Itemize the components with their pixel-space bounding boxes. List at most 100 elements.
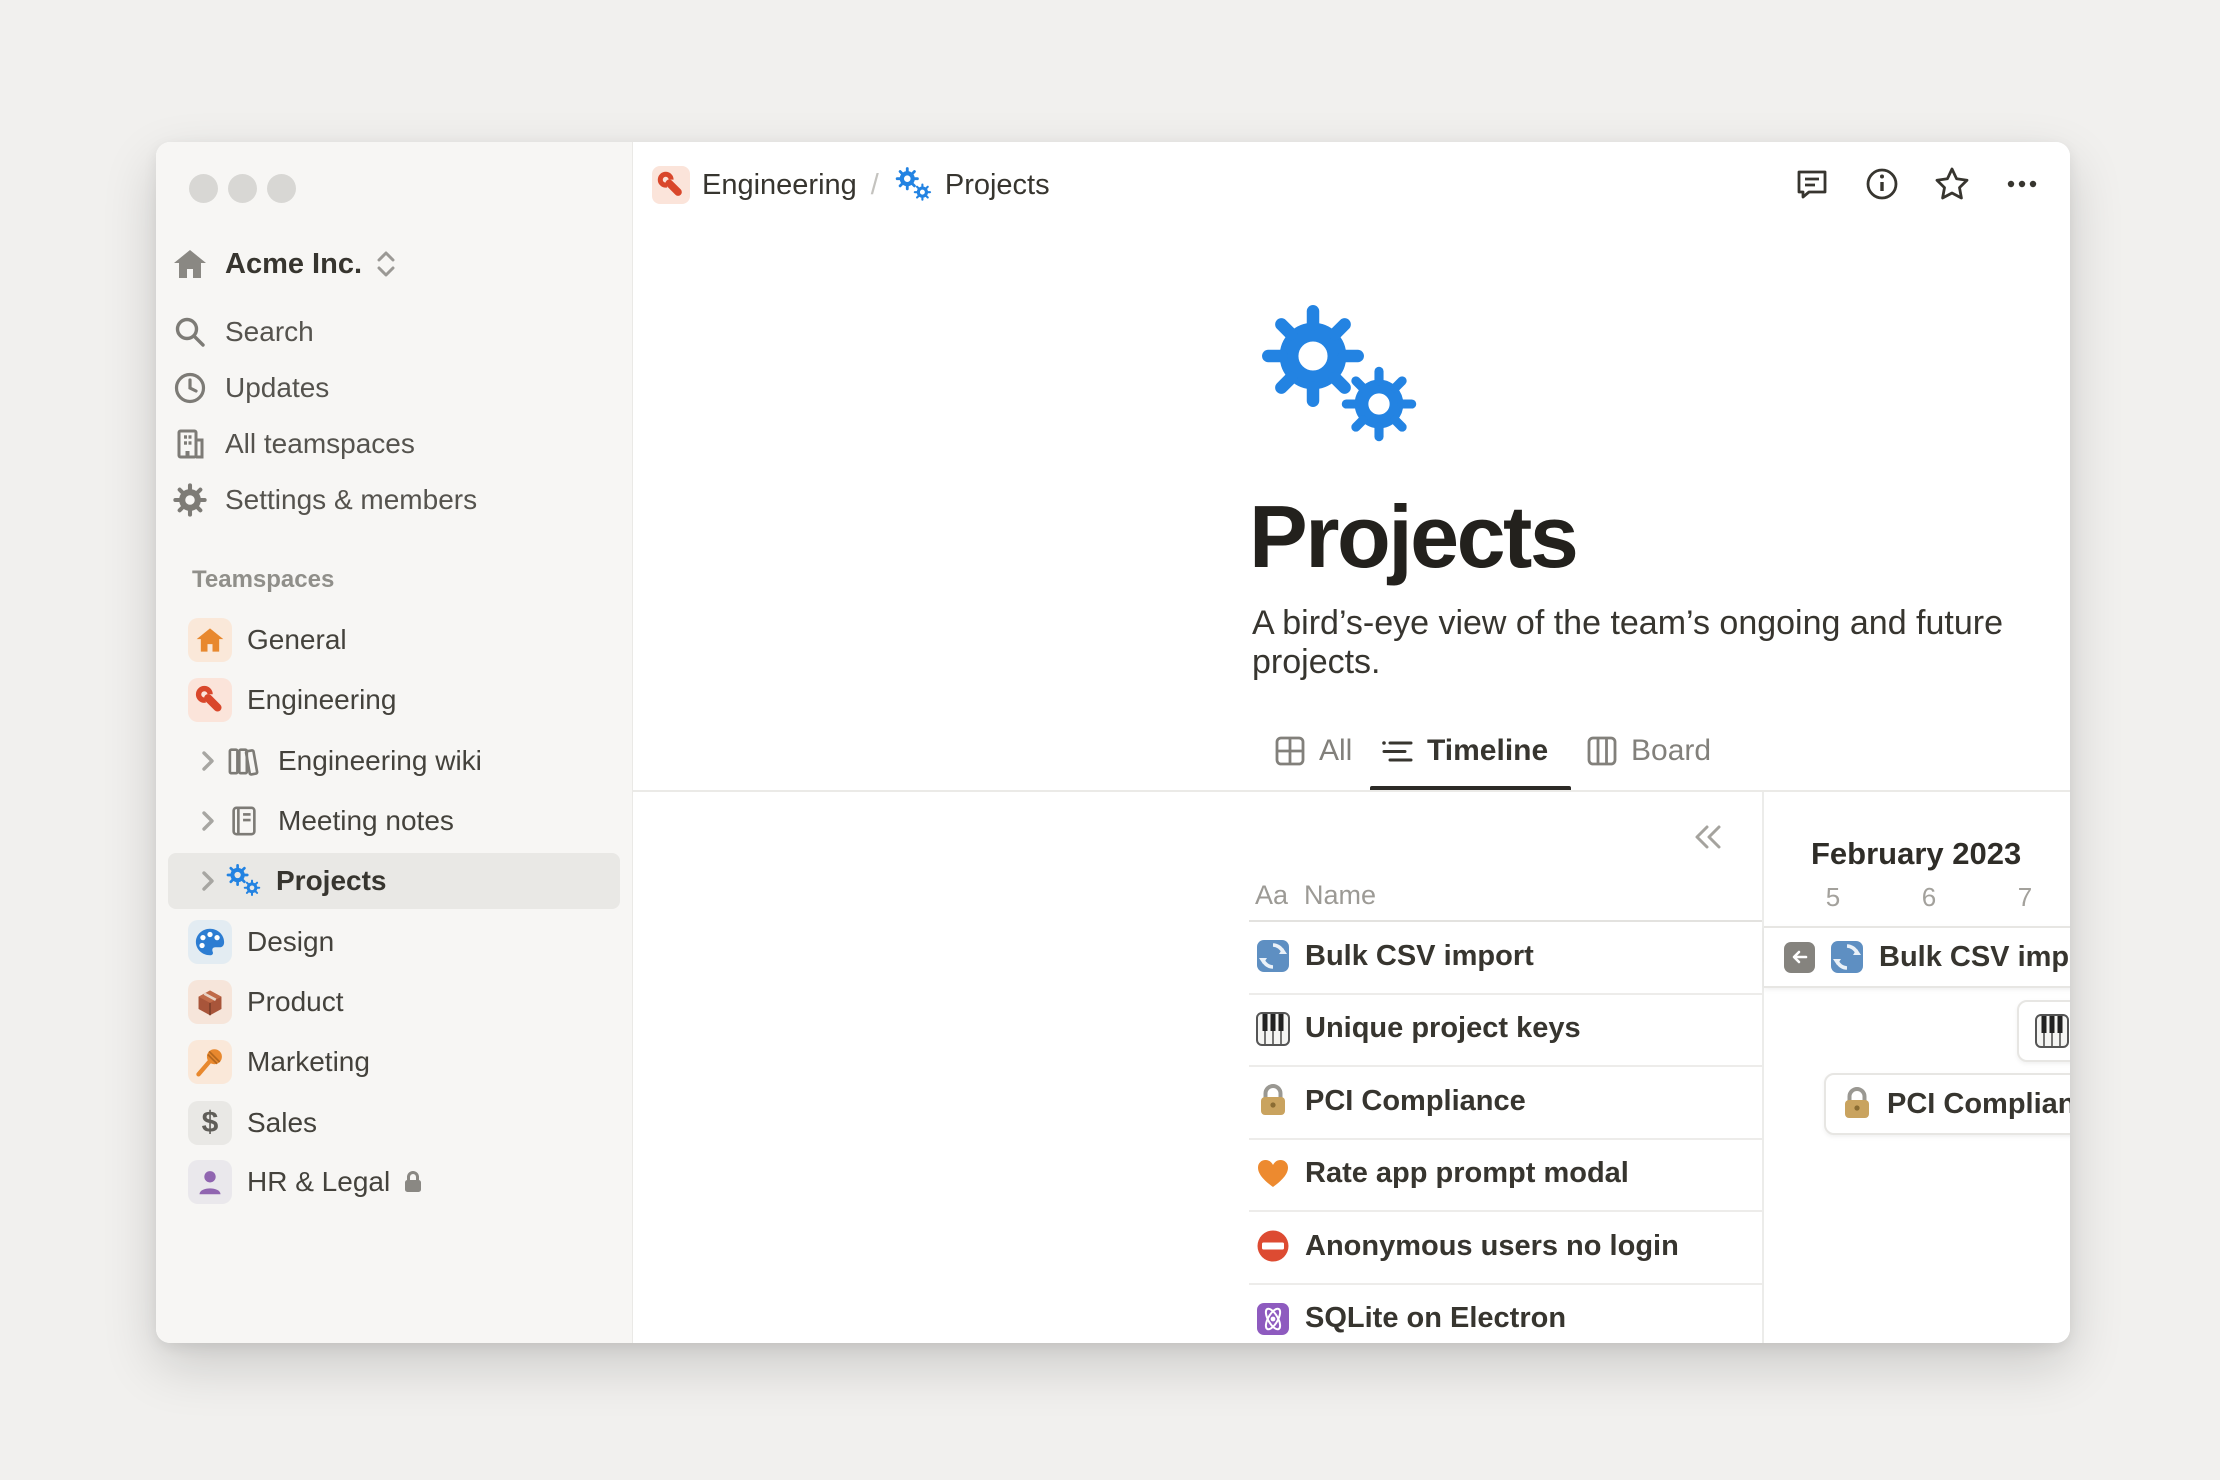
table-row[interactable]: SQLite on Electron	[1249, 1283, 1762, 1344]
lock-icon	[1842, 1087, 1872, 1121]
tab-label: Timeline	[1427, 734, 1548, 768]
info-button[interactable]	[1858, 160, 1906, 208]
sidebar-item-hr-legal[interactable]: HR & Legal	[168, 1154, 620, 1210]
wrench-icon	[188, 678, 232, 722]
microphone-icon	[188, 1040, 232, 1084]
tab-timeline[interactable]: Timeline	[1379, 734, 1548, 768]
breadcrumb-separator: /	[871, 169, 879, 202]
sidebar-item-settings[interactable]: Settings & members	[168, 472, 620, 528]
name-column-header: Name	[1304, 880, 1376, 911]
lock-icon	[402, 1170, 424, 1194]
traffic-light-zoom[interactable]	[267, 174, 296, 203]
tab-all[interactable]: All	[1273, 734, 1352, 768]
gears-icon	[893, 166, 935, 204]
tab-label: Board	[1631, 734, 1711, 768]
sidebar-item-label: Search	[225, 316, 314, 348]
traffic-light-minimize[interactable]	[228, 174, 257, 203]
sidebar-item-label: All teamspaces	[225, 428, 415, 460]
sync-icon	[1830, 940, 1864, 974]
app-window: Acme Inc. Search Updates All teamspaces	[156, 142, 2070, 1343]
piano-icon	[1255, 1012, 1291, 1046]
clock-icon	[168, 371, 212, 405]
main-area: Engineering / Projects P	[633, 142, 2070, 1343]
timeline-card-bulk-csv[interactable]: Bulk CSV import Complete	[1764, 926, 2070, 988]
topbar-actions	[1788, 160, 2046, 208]
sidebar-item-design[interactable]: Design	[168, 914, 620, 970]
piano-icon	[2035, 1014, 2069, 1048]
page-title[interactable]: Projects	[1249, 486, 1576, 588]
table-row[interactable]: Unique project keys	[1249, 993, 1762, 1068]
teamspace-label: Marketing	[247, 1046, 370, 1078]
lock-icon	[1255, 1084, 1291, 1118]
chevron-right-icon[interactable]	[196, 750, 220, 772]
gears-icon	[222, 863, 266, 899]
sidebar: Acme Inc. Search Updates All teamspaces	[156, 142, 633, 1343]
teamspace-label: Sales	[247, 1107, 317, 1139]
sidebar-item-updates[interactable]: Updates	[168, 360, 620, 416]
comments-button[interactable]	[1788, 160, 1836, 208]
teamspace-label: HR & Legal	[247, 1166, 390, 1198]
text-type-icon: Aa	[1255, 880, 1288, 911]
breadcrumb: Engineering / Projects	[652, 166, 1050, 204]
table-row[interactable]: Rate app prompt modal	[1249, 1138, 1762, 1213]
search-icon	[168, 315, 212, 349]
sidebar-item-general[interactable]: General	[168, 612, 620, 668]
more-options-button[interactable]	[1998, 160, 2046, 208]
home-icon	[168, 246, 212, 282]
tabs-divider	[633, 790, 2070, 792]
teamspaces-section-label: Teamspaces	[192, 566, 334, 594]
day-number: 7	[1990, 882, 2060, 913]
books-icon	[222, 745, 266, 777]
tab-board[interactable]: Board	[1585, 734, 1711, 768]
workspace-name: Acme Inc.	[225, 248, 362, 281]
sidebar-item-search[interactable]: Search	[168, 304, 620, 360]
package-icon	[188, 980, 232, 1024]
breadcrumb-engineering[interactable]: Engineering	[702, 169, 857, 202]
board-columns-icon	[1585, 734, 1619, 768]
teamspace-label: Projects	[276, 865, 387, 897]
sidebar-item-marketing[interactable]: Marketing	[168, 1034, 620, 1090]
teamspace-label: General	[247, 624, 347, 656]
traffic-light-close[interactable]	[189, 174, 218, 203]
sidebar-item-sales[interactable]: $ Sales	[168, 1095, 620, 1151]
favorite-star-button[interactable]	[1928, 160, 1976, 208]
table-row[interactable]: Anonymous users no login	[1249, 1210, 1762, 1285]
sidebar-item-meeting-notes[interactable]: Meeting notes	[168, 793, 620, 849]
sidebar-item-product[interactable]: Product	[168, 974, 620, 1030]
page-icon-gears[interactable]	[1249, 300, 1427, 446]
sidebar-item-engineering[interactable]: Engineering	[168, 672, 620, 728]
switcher-chevrons-icon	[374, 249, 398, 279]
collapse-table-button[interactable]	[1691, 820, 1725, 854]
day-number: 5	[1798, 882, 1868, 913]
teamspace-label: Product	[247, 986, 344, 1018]
timeline-card-unique-keys[interactable]: Unique project keys In flight	[2017, 1000, 2070, 1062]
teamspace-label: Design	[247, 926, 334, 958]
workspace-switcher[interactable]: Acme Inc.	[168, 236, 620, 292]
tab-label: All	[1319, 734, 1352, 768]
no-entry-icon	[1255, 1229, 1291, 1263]
extend-left-button[interactable]	[1784, 942, 1815, 973]
chevron-right-icon[interactable]	[196, 810, 220, 832]
sidebar-item-label: Settings & members	[225, 484, 477, 516]
teamspace-label: Engineering	[247, 684, 396, 716]
atom-icon	[1255, 1302, 1291, 1336]
chevron-right-icon[interactable]	[196, 870, 220, 892]
table-timeline-divider[interactable]	[1762, 792, 1764, 1343]
table-row[interactable]: Bulk CSV import	[1249, 920, 1762, 995]
house-icon	[188, 618, 232, 662]
table-grid-icon	[1273, 734, 1307, 768]
timeline-card-pci-compliance[interactable]: PCI Compliance Complete	[1824, 1073, 2070, 1135]
teamspace-label: Engineering wiki	[278, 745, 482, 777]
table-row[interactable]: PCI Compliance	[1249, 1065, 1762, 1140]
sidebar-item-all-teamspaces[interactable]: All teamspaces	[168, 416, 620, 472]
teamspace-label: Meeting notes	[278, 805, 454, 837]
wrench-icon	[652, 166, 690, 204]
table-header[interactable]: Aa Name	[1249, 870, 1762, 922]
page-subtitle[interactable]: A bird’s-eye view of the team’s ongoing …	[1252, 604, 2070, 682]
palette-icon	[188, 920, 232, 964]
sidebar-item-engineering-wiki[interactable]: Engineering wiki	[168, 733, 620, 789]
day-number: 6	[1894, 882, 1964, 913]
timeline-month-label: February 2023	[1811, 836, 2021, 872]
breadcrumb-projects[interactable]: Projects	[945, 169, 1050, 202]
sidebar-item-projects[interactable]: Projects	[168, 853, 620, 909]
